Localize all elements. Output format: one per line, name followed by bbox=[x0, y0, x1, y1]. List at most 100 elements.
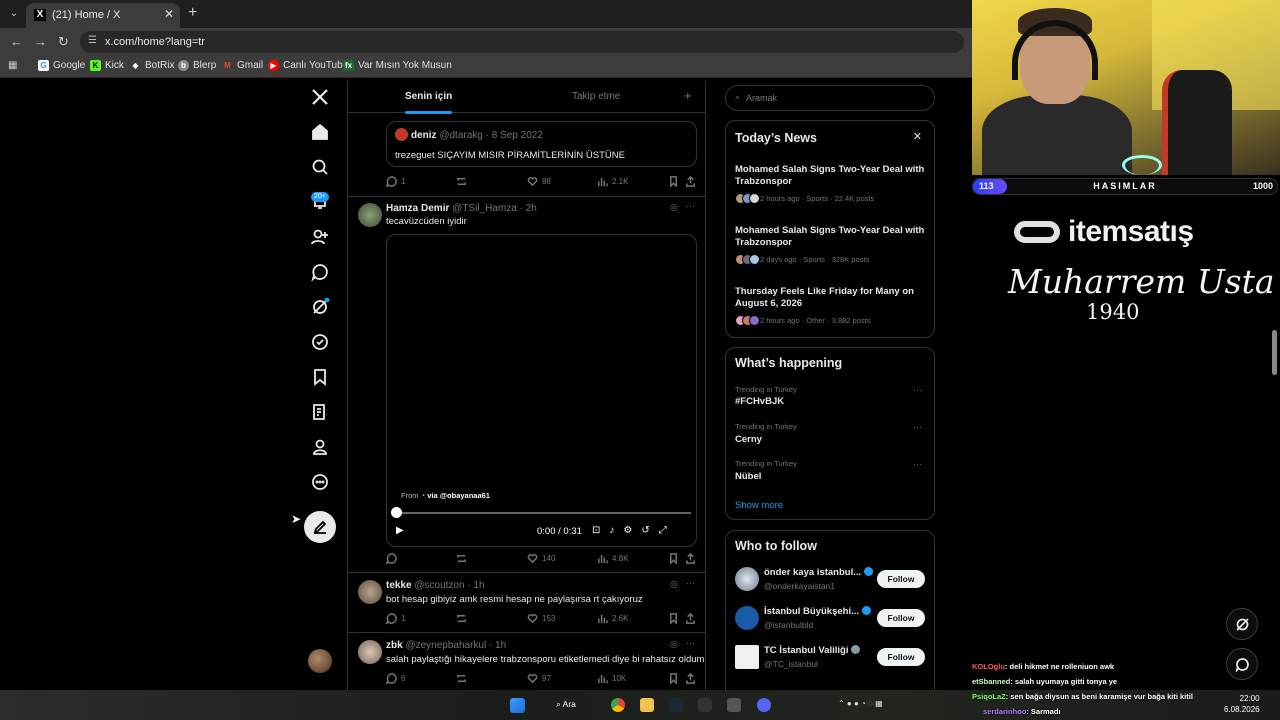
apps-grid-icon[interactable]: ▦ bbox=[8, 61, 18, 71]
messages-float-button[interactable] bbox=[1226, 648, 1258, 680]
quoted-post[interactable]: deniz @dtarakg · 8 Sep 2022 trezeguet SI… bbox=[386, 121, 697, 167]
bookmarks-icon[interactable] bbox=[308, 367, 332, 391]
post-author[interactable]: Hamza Demir @TSil_Hamza · 2h bbox=[386, 203, 537, 214]
share-button[interactable] bbox=[685, 553, 696, 564]
suggested-account-name[interactable]: önder kaya istanbul... bbox=[764, 567, 874, 578]
x-logo-icon[interactable] bbox=[308, 87, 332, 111]
tray-icons[interactable]: ⌃ ● ● ◔ ◌ ▦ bbox=[838, 699, 883, 708]
tab-close-icon[interactable]: ✕ bbox=[164, 7, 174, 21]
share-button[interactable] bbox=[685, 176, 696, 187]
app-icon[interactable] bbox=[727, 698, 741, 712]
avatar[interactable] bbox=[735, 567, 759, 591]
bookmark-botrix[interactable]: ◆ BotRix bbox=[130, 60, 174, 71]
like-button[interactable]: 88 bbox=[527, 176, 551, 187]
quoted-author[interactable]: deniz @dtarakg · 8 Sep 2022 bbox=[411, 130, 543, 141]
new-tab-icon[interactable]: + bbox=[188, 4, 197, 22]
windows-start-icon[interactable] bbox=[510, 698, 525, 713]
reply-button[interactable] bbox=[386, 553, 401, 564]
suggested-account-name[interactable]: İstanbul Büyükşehi... bbox=[764, 606, 872, 617]
chrome-icon[interactable] bbox=[611, 698, 625, 712]
tab-following[interactable]: Takip etme bbox=[572, 91, 620, 102]
reply-button[interactable]: 1 bbox=[386, 176, 405, 187]
bookmark-button[interactable] bbox=[668, 176, 679, 187]
timeline-post[interactable]: Hamza Demir @TSil_Hamza · 2h ◎ ··· tecav… bbox=[348, 197, 705, 573]
news-item-title[interactable]: Mohamed Salah Signs Two-Year Deal with T… bbox=[735, 225, 927, 249]
avatar[interactable] bbox=[735, 606, 759, 630]
like-button[interactable]: 153 bbox=[527, 613, 555, 624]
share-button[interactable] bbox=[685, 613, 696, 624]
premium-verified-icon[interactable] bbox=[308, 332, 332, 356]
app-icon[interactable] bbox=[698, 698, 712, 712]
timeline-post[interactable]: zbk @zeynepbaharkul · 1h ◎ ··· salah pay… bbox=[348, 633, 705, 690]
trend-more-icon[interactable]: ··· bbox=[913, 385, 922, 395]
grok-float-button[interactable] bbox=[1226, 608, 1258, 640]
browser-tab[interactable]: X (21) Home / X ✕ bbox=[26, 3, 180, 28]
reply-button[interactable]: 1 bbox=[386, 613, 405, 624]
like-button[interactable]: 97 bbox=[527, 673, 551, 684]
avatar[interactable] bbox=[358, 580, 382, 604]
grok-icon[interactable] bbox=[308, 297, 332, 321]
compose-post-button[interactable] bbox=[304, 511, 336, 543]
bookmark-kick[interactable]: K Kick bbox=[90, 60, 124, 71]
profile-icon[interactable] bbox=[308, 437, 332, 461]
home-icon[interactable] bbox=[308, 122, 332, 146]
bookmark-var-misin[interactable]: fx Var Mısın Yok Musun bbox=[343, 60, 452, 71]
suggested-account-name[interactable]: TC İstanbul Valiliği bbox=[764, 645, 861, 656]
articles-icon[interactable] bbox=[308, 402, 332, 426]
follow-button[interactable]: Follow bbox=[877, 609, 925, 627]
post-more-icon[interactable]: ··· bbox=[686, 578, 695, 588]
trend-name[interactable]: #FCHvBJK bbox=[735, 396, 784, 407]
video-player[interactable]: From ◔ via @obayanaa61 ▶ 0:00 / 0:31 ⊡♪⚙… bbox=[386, 234, 697, 547]
site-info-icon[interactable]: ☰ bbox=[88, 35, 97, 46]
avatar[interactable] bbox=[358, 203, 382, 227]
views-button[interactable]: 2.6K bbox=[597, 613, 628, 624]
file-explorer-icon[interactable] bbox=[640, 698, 654, 712]
news-item-title[interactable]: Mohamed Salah Signs Two-Year Deal with T… bbox=[735, 164, 927, 188]
trend-name[interactable]: Nübel bbox=[735, 471, 761, 482]
views-button[interactable]: 4.8K bbox=[597, 553, 628, 564]
bookmark-button[interactable] bbox=[668, 613, 679, 624]
bookmark-youtube[interactable]: ▶ Canlı YouTube bbox=[268, 60, 348, 71]
repost-button[interactable] bbox=[456, 176, 467, 187]
reply-button[interactable]: 6 bbox=[386, 673, 405, 684]
grok-explain-icon[interactable]: ◎ bbox=[670, 579, 678, 590]
follow-people-icon[interactable] bbox=[308, 227, 332, 251]
repost-button[interactable] bbox=[456, 673, 467, 684]
grok-explain-icon[interactable]: ◎ bbox=[670, 202, 678, 213]
bookmark-button[interactable] bbox=[668, 553, 679, 564]
page-scrollbar[interactable] bbox=[1272, 330, 1277, 375]
bookmark-blerp[interactable]: b Blerp bbox=[178, 60, 216, 71]
post-more-icon[interactable]: ··· bbox=[686, 201, 695, 211]
reload-icon[interactable]: ↻ bbox=[58, 34, 69, 50]
post-more-icon[interactable]: ··· bbox=[686, 638, 695, 648]
bookmark-gmail[interactable]: M Gmail bbox=[222, 60, 263, 71]
messages-icon[interactable] bbox=[308, 262, 332, 286]
steam-icon[interactable] bbox=[669, 698, 683, 712]
repost-button[interactable] bbox=[456, 553, 467, 564]
bookmark-button[interactable] bbox=[668, 673, 679, 684]
follow-button[interactable]: Follow bbox=[877, 570, 925, 588]
views-button[interactable]: 10K bbox=[597, 673, 626, 684]
tab-for-you[interactable]: Senin için bbox=[405, 91, 453, 114]
video-progress-track[interactable] bbox=[397, 512, 691, 514]
post-author[interactable]: zbk @zeynepbaharkul · 1h bbox=[386, 640, 506, 651]
timeline-post[interactable]: tekke @scoutzon · 1h ◎ ··· bot hesap gib… bbox=[348, 573, 705, 633]
avatar[interactable] bbox=[358, 640, 382, 664]
show-more-link[interactable]: Show more bbox=[735, 500, 783, 511]
video-controls[interactable]: ⊡♪⚙↺⤢ bbox=[592, 525, 676, 536]
clock[interactable]: 22:00 6.08.2026 bbox=[1224, 693, 1260, 715]
trend-more-icon[interactable]: ··· bbox=[913, 459, 922, 469]
search-input[interactable]: ⌕ Aramak bbox=[725, 85, 935, 111]
repost-button[interactable] bbox=[456, 613, 467, 624]
grok-explain-icon[interactable]: ◎ bbox=[670, 639, 678, 650]
bookmark-google[interactable]: G Google bbox=[38, 60, 85, 71]
add-tab-icon[interactable]: + bbox=[684, 88, 692, 103]
address-bar[interactable]: ☰ x.com/home?lang=tr bbox=[80, 31, 964, 53]
back-icon[interactable]: ← bbox=[10, 34, 23, 49]
video-source[interactable]: From ◔ via @obayanaa61 bbox=[401, 491, 490, 500]
views-button[interactable]: 2.1K bbox=[597, 176, 628, 187]
play-icon[interactable]: ▶ bbox=[396, 525, 404, 536]
avatar[interactable] bbox=[735, 645, 759, 669]
trend-name[interactable]: Cerny bbox=[735, 434, 762, 445]
like-button[interactable]: 140 bbox=[527, 553, 555, 564]
